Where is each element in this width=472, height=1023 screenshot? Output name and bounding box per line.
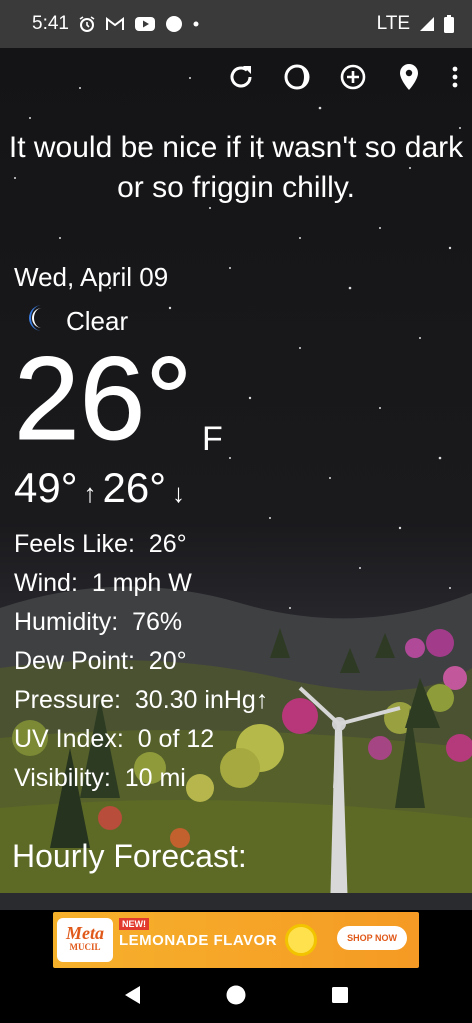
temperature-unit: F	[202, 420, 223, 458]
arrow-up-icon: ↑	[83, 478, 97, 508]
network-type: LTE	[376, 13, 410, 34]
more-vert-icon	[452, 66, 458, 93]
ad-banner[interactable]: Meta MUCIL NEW! LEMONADE FLAVOR SHOP NOW	[53, 912, 419, 968]
detail-value: 0 of 12	[137, 725, 215, 753]
signal-icon	[419, 16, 435, 32]
detail-label: Visibility:	[14, 764, 111, 792]
detail-label: UV Index:	[14, 725, 124, 753]
ad-brand-sub: MUCIL	[69, 942, 101, 952]
location-pin-icon	[396, 62, 422, 97]
detail-value: 76%	[132, 608, 183, 636]
recents-icon[interactable]	[330, 985, 350, 1010]
detail-label: Pressure:	[14, 686, 121, 714]
ad-badge: NEW!	[119, 918, 149, 930]
status-bar: 5:41 LTE	[0, 0, 472, 48]
detail-label: Feels Like:	[14, 530, 135, 558]
youtube-icon	[134, 16, 156, 32]
toolbar	[224, 62, 462, 96]
battery-icon	[444, 15, 454, 33]
high-low-temperature: 49° ↑ 26° ↓	[14, 464, 185, 512]
circle-icon	[165, 15, 183, 33]
detail-humidity: Humidity: 76%	[14, 603, 268, 642]
hourly-forecast-title: Hourly Forecast:	[12, 838, 247, 874]
hourly-forecast-strip[interactable]	[0, 893, 472, 910]
high-temperature: 49°	[14, 464, 78, 511]
weather-details: Feels Like: 26° Wind: 1 mph W Humidity: …	[14, 525, 268, 798]
detail-pressure: Pressure: 30.30 inHg↑	[14, 681, 268, 720]
refresh-button[interactable]	[224, 62, 258, 96]
detail-value: 10 mi	[124, 764, 186, 792]
dot-icon	[192, 20, 200, 28]
detail-label: Wind:	[14, 569, 78, 597]
detail-wind: Wind: 1 mph W	[14, 564, 268, 603]
moon-phase-icon	[282, 62, 312, 97]
ad-title: LEMONADE FLAVOR	[119, 932, 278, 949]
location-button[interactable]	[392, 62, 426, 96]
detail-value: 1 mph W	[91, 569, 192, 597]
back-icon[interactable]	[122, 984, 142, 1011]
moon-phase-button[interactable]	[280, 62, 314, 96]
add-location-icon	[338, 62, 368, 97]
detail-label: Humidity:	[14, 608, 119, 636]
add-location-button[interactable]	[336, 62, 370, 96]
ad-shop-now-button[interactable]: SHOP NOW	[337, 926, 407, 950]
gmail-icon	[105, 16, 125, 32]
detail-dew-point: Dew Point: 20°	[14, 642, 268, 681]
status-time: 5:41	[32, 13, 69, 34]
home-icon[interactable]	[225, 984, 247, 1011]
lemon-icon	[285, 924, 317, 956]
ad-logo: Meta MUCIL	[57, 918, 113, 962]
more-options-button[interactable]	[448, 62, 462, 96]
detail-feels-like: Feels Like: 26°	[14, 525, 268, 564]
arrow-down-icon: ↓	[172, 478, 186, 508]
low-temperature: 26°	[102, 464, 167, 511]
ad-banner-container: Meta MUCIL NEW! LEMONADE FLAVOR SHOP NOW	[0, 910, 472, 972]
detail-value: 20°	[148, 647, 187, 675]
ad-brand: Meta	[66, 923, 104, 943]
forecast-date: Wed, April 09	[14, 262, 169, 292]
weather-headline: It would be nice if it wasn't so dark or…	[8, 131, 464, 204]
detail-label: Dew Point:	[14, 647, 135, 675]
detail-uv-index: UV Index: 0 of 12	[14, 720, 268, 759]
navigation-bar	[0, 972, 472, 1023]
detail-value: 26°	[148, 530, 187, 558]
detail-value: 30.30 inHg↑	[134, 686, 269, 714]
refresh-icon	[226, 62, 256, 97]
weather-scene: It would be nice if it wasn't so dark or…	[0, 48, 472, 910]
detail-visibility: Visibility: 10 mi	[14, 759, 268, 798]
current-temperature: 26°	[13, 333, 193, 465]
alarm-icon	[78, 15, 96, 33]
